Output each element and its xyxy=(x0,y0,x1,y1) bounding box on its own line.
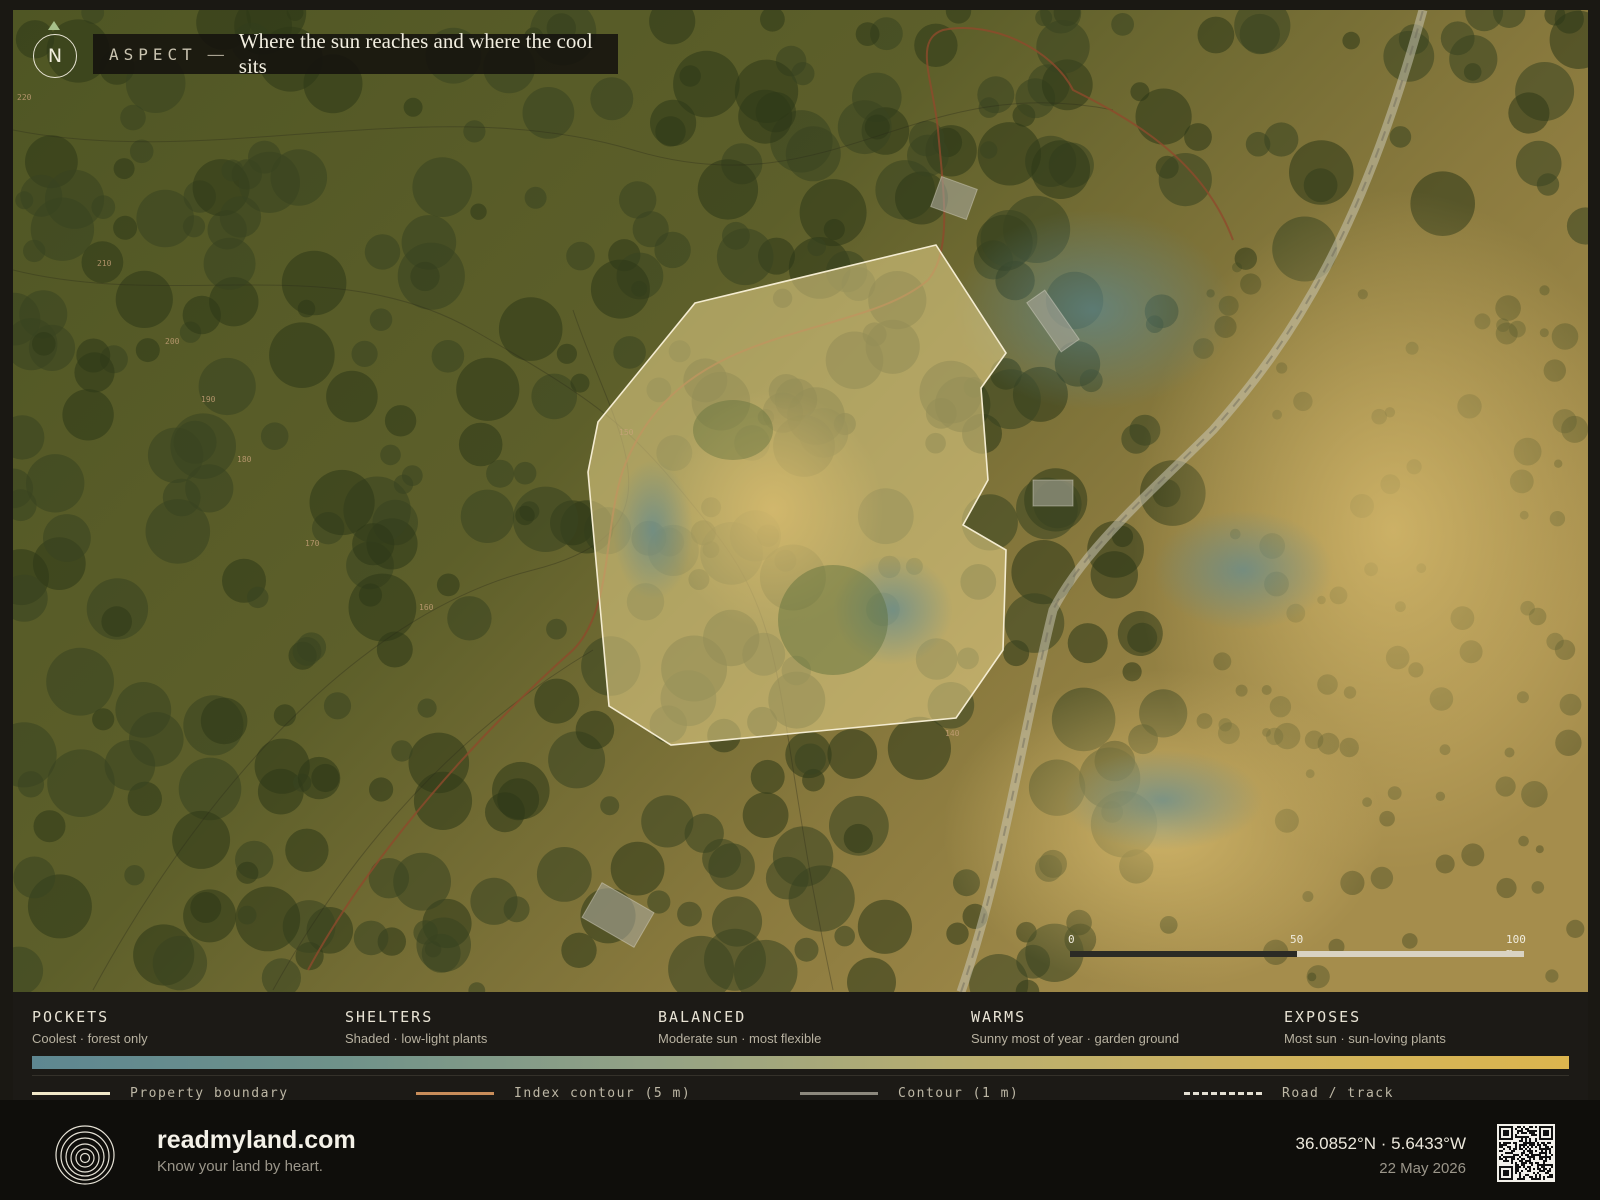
north-compass: N xyxy=(33,34,77,78)
scale-label: 0 xyxy=(1068,933,1075,946)
title-kicker: ASPECT xyxy=(109,44,197,64)
map-date: 22 May 2026 xyxy=(1379,1160,1466,1177)
key-label: Index contour (5 m) xyxy=(514,1086,692,1101)
category-desc: Shaded · low-light plants xyxy=(345,1031,488,1046)
contour-label: 200 xyxy=(165,337,180,346)
scale-label: 50 xyxy=(1290,933,1304,946)
north-label: N xyxy=(47,45,63,67)
scale-segment-dark xyxy=(1070,951,1297,957)
footer: readmyland.com Know your land by heart. … xyxy=(0,1100,1600,1200)
index-contour-swatch xyxy=(416,1092,494,1095)
north-arrow-icon xyxy=(48,21,60,30)
property-boundary-swatch xyxy=(32,1092,110,1095)
aspect-map[interactable]: 220 210 200 190 180 170 160 140 150 xyxy=(13,10,1588,992)
key-label: Property boundary xyxy=(130,1086,289,1101)
title-main: Where the sun reaches and where the cool… xyxy=(238,29,593,78)
road-track-swatch xyxy=(1184,1092,1262,1095)
contour-label: 160 xyxy=(419,603,434,612)
contour-swatch xyxy=(800,1092,878,1095)
contour-label: 190 xyxy=(201,395,216,404)
legend-category: SHELTERS Shaded · low-light plants xyxy=(345,1008,487,1046)
contour-label: 150 xyxy=(619,428,634,437)
contour-label: 180 xyxy=(237,455,252,464)
category-name: BALANCED xyxy=(658,1008,747,1026)
brand-tagline: Know your land by heart. xyxy=(157,1158,323,1175)
brand-name[interactable]: readmyland.com xyxy=(157,1126,356,1155)
key-label: Road / track xyxy=(1282,1086,1394,1101)
legend-category: WARMS Sunny most of year · garden ground xyxy=(971,1008,1179,1046)
category-desc: Sunny most of year · garden ground xyxy=(971,1031,1180,1046)
legend-divider xyxy=(32,1075,1569,1076)
qr-code-icon[interactable] xyxy=(1497,1124,1555,1182)
key-property-boundary: Property boundary xyxy=(32,1086,289,1101)
title-separator: — xyxy=(206,43,225,65)
key-contour: Contour (1 m) xyxy=(800,1086,1019,1101)
category-name: POCKETS xyxy=(32,1008,110,1026)
contour-label: 140 xyxy=(945,729,960,738)
contour-label: 170 xyxy=(305,539,320,548)
category-name: WARMS xyxy=(971,1008,1027,1026)
legend-category: BALANCED Moderate sun · most flexible xyxy=(658,1008,821,1046)
category-name: EXPOSES xyxy=(1284,1008,1362,1026)
key-label: Contour (1 m) xyxy=(898,1086,1020,1101)
contour-label: 220 xyxy=(17,93,32,102)
category-desc: Coolest · forest only xyxy=(32,1031,148,1046)
scale-segment-light xyxy=(1297,951,1524,957)
fingerprint-logo-icon xyxy=(55,1125,115,1185)
category-name: SHELTERS xyxy=(345,1008,434,1026)
category-desc: Most sun · sun-loving plants xyxy=(1284,1031,1446,1046)
site-coordinates: 36.0852°N · 5.6433°W xyxy=(1295,1134,1466,1153)
map-title: ASPECT — Where the sun reaches and where… xyxy=(93,29,618,78)
legend-category: EXPOSES Most sun · sun-loving plants xyxy=(1284,1008,1446,1046)
contour-label: 210 xyxy=(97,259,112,268)
map-canvas: 220 210 200 190 180 170 160 140 150 xyxy=(13,10,1588,992)
legend-panel: POCKETS Coolest · forest only SHELTERS S… xyxy=(13,992,1588,1101)
aspect-gradient-bar xyxy=(32,1056,1569,1069)
key-road-track: Road / track xyxy=(1184,1086,1394,1101)
scale-bar: 0 50 100 m xyxy=(1068,933,1526,973)
category-desc: Moderate sun · most flexible xyxy=(658,1031,822,1046)
key-index-contour: Index contour (5 m) xyxy=(416,1086,691,1101)
legend-category: POCKETS Coolest · forest only xyxy=(32,1008,148,1046)
